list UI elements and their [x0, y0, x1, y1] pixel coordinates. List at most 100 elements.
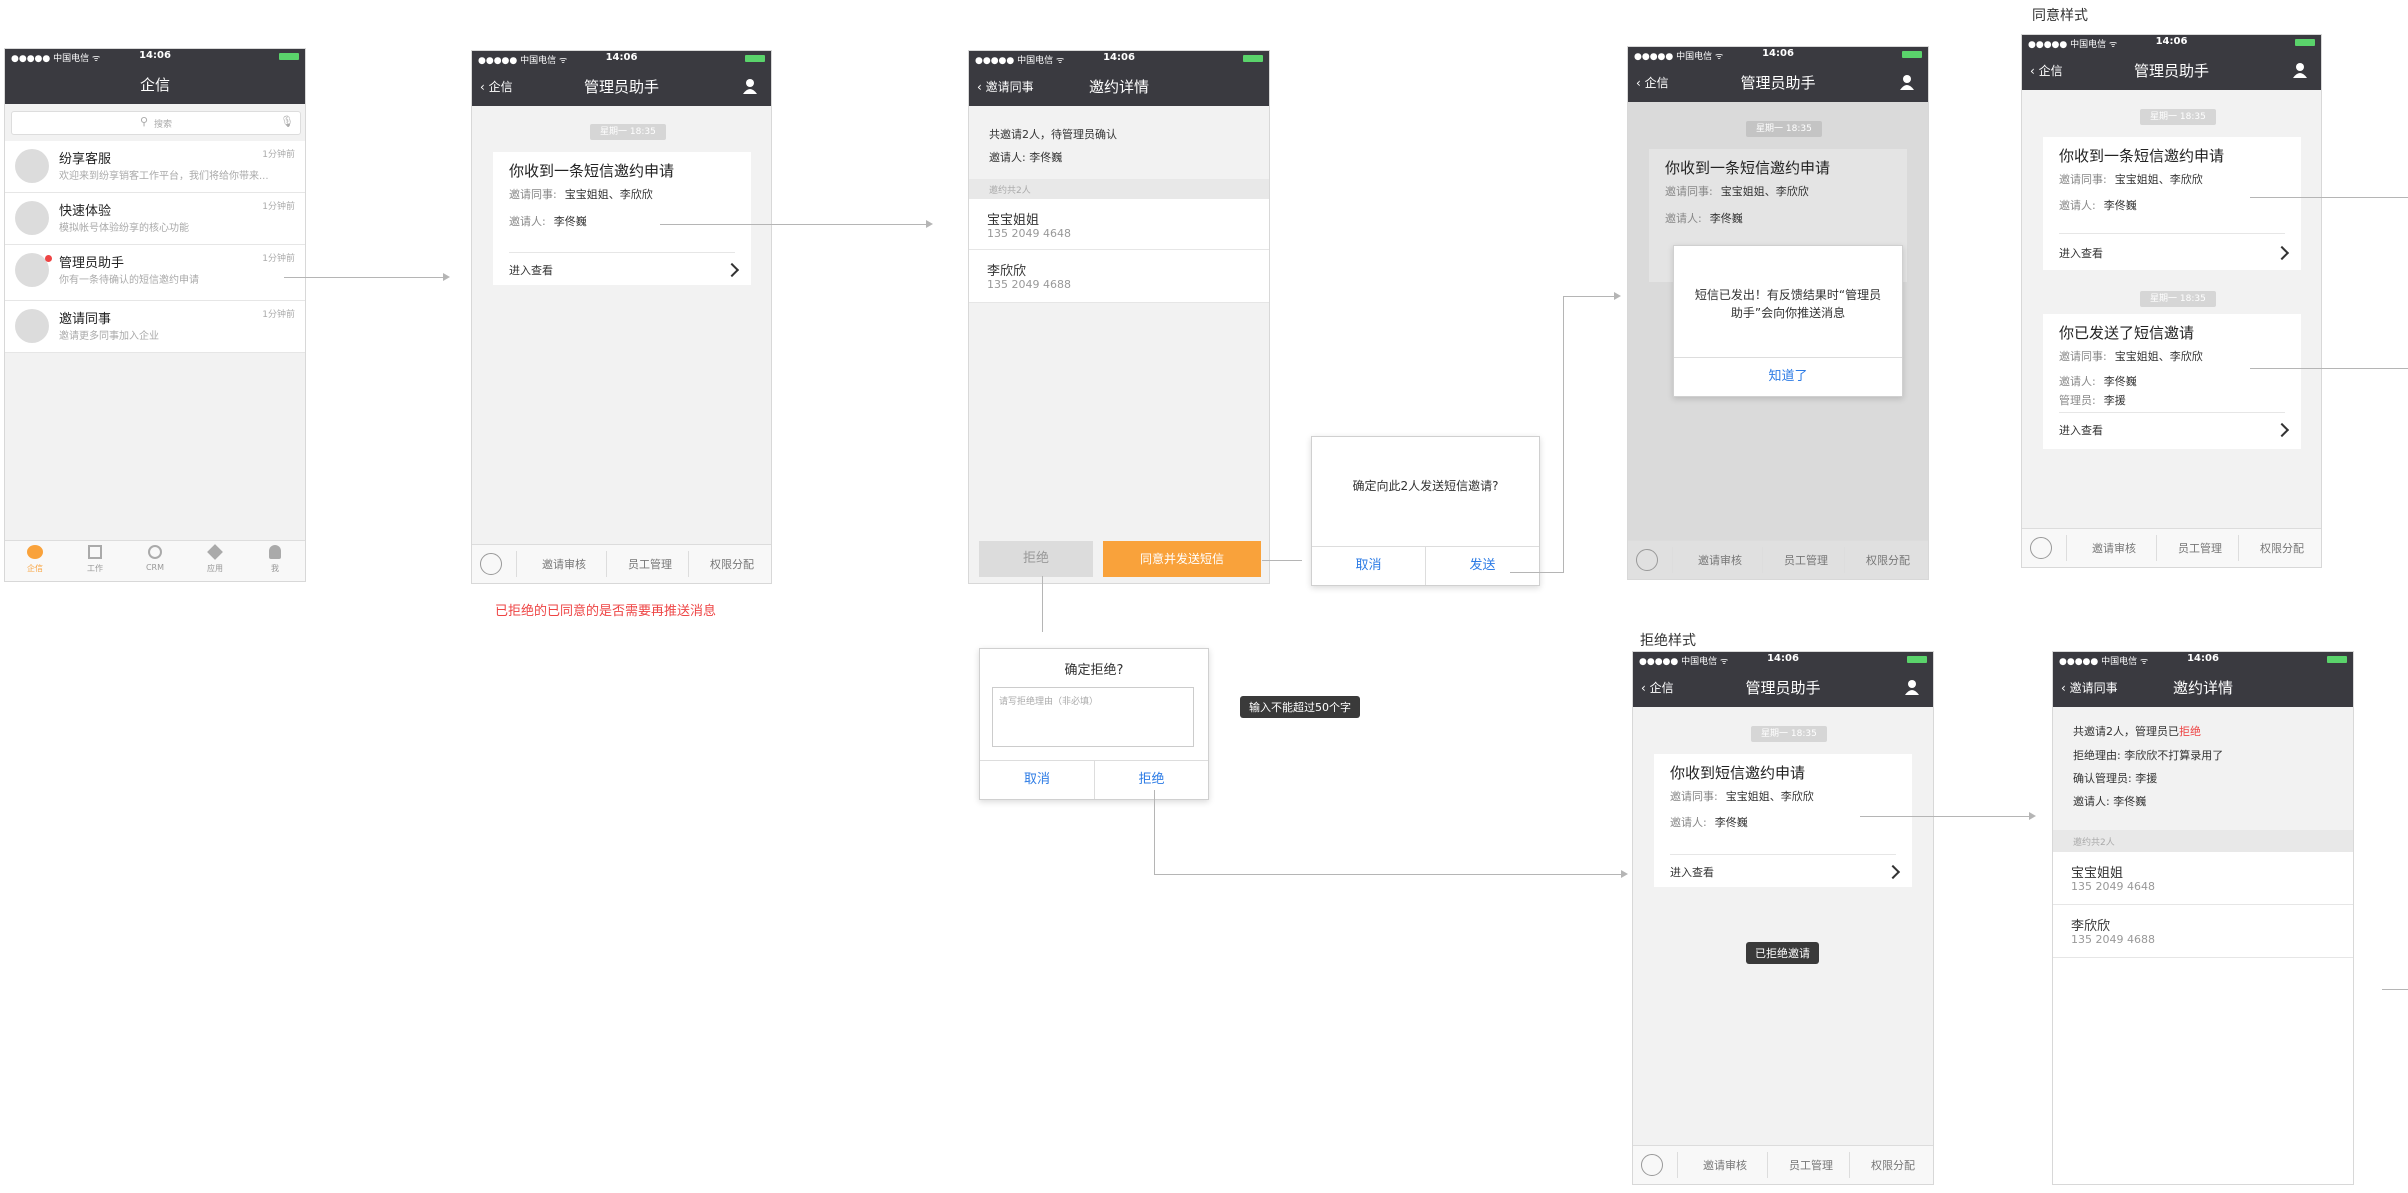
menu-staff[interactable]: 员工管理 [610, 556, 690, 572]
invite-card: 你收到短信邀约申请 邀请同事: 宝宝姐姐、李欣欣 邀请人: 李佟巍 进入查看 [1654, 754, 1912, 887]
card-title: 你收到一条短信邀约申请 [2059, 147, 2225, 165]
sent-dialog: 短信已发出！有反馈结果时“管理员助手”会向你推送消息 知道了 [1673, 245, 1903, 397]
menu-staff[interactable]: 员工管理 [1771, 1157, 1851, 1173]
menu-permissions[interactable]: 权限分配 [1848, 552, 1928, 568]
keyboard-icon[interactable] [2030, 537, 2052, 559]
divider [1762, 547, 1763, 573]
page-title: 管理员助手 [1745, 679, 1821, 697]
person-icon[interactable] [741, 77, 759, 95]
tab-bar: 企信 工作 CRM 应用 我 [5, 540, 305, 581]
send-button[interactable]: 发送 [1426, 547, 1539, 585]
ok-button[interactable]: 知道了 [1674, 358, 1902, 396]
enter-view-link[interactable]: 进入查看 [509, 262, 553, 278]
menu-permissions[interactable]: 权限分配 [1853, 1157, 1933, 1173]
enter-view-link[interactable]: 进入查看 [2059, 245, 2103, 261]
reject-reason-input[interactable]: 请写拒绝理由（非必填） [992, 687, 1194, 747]
menu-permissions[interactable]: 权限分配 [692, 556, 771, 572]
divider [1672, 547, 1673, 573]
agree-send-button[interactable]: 同意并发送短信 [1103, 541, 1261, 577]
tab-work[interactable]: 工作 [75, 545, 115, 574]
menu-permissions[interactable]: 权限分配 [2242, 540, 2321, 556]
timestamp-badge: 星期一 18:35 [1751, 726, 1827, 742]
status-bar: ●●●●● 中国电信 ᯤ 14:06 [969, 51, 1269, 66]
card-title: 你已发送了短信邀请 [2059, 324, 2195, 342]
list-item[interactable]: 纷享客服 欢迎来到纷享销客工作平台，我们将给你带来... 1分钟前 [5, 141, 305, 193]
flow-arrow [1154, 874, 1622, 875]
agree-style-label: 同意样式 [2032, 8, 2088, 24]
section-title: 邀约共2人 [2073, 838, 2115, 848]
flow-arrow [660, 224, 928, 225]
flow-arrow [1563, 296, 1615, 297]
avatar [15, 149, 49, 183]
menu-invite-review[interactable]: 邀请审核 [1680, 552, 1760, 568]
bottom-menu: 邀请审核 员工管理 权限分配 [2022, 528, 2321, 567]
menu-invite-review[interactable]: 邀请审核 [524, 556, 604, 572]
page-title: 管理员助手 [1740, 74, 1816, 92]
list-item[interactable]: 邀请同事 邀请更多同事加入企业 1分钟前 [5, 301, 305, 353]
person-icon[interactable] [1903, 678, 1921, 696]
flow-arrow [2250, 197, 2408, 198]
reject-button[interactable]: 拒绝 [979, 541, 1093, 577]
divider [516, 551, 517, 577]
list-item-sub: 模拟帐号体验纷享的核心功能 [59, 223, 189, 234]
flow-arrow [2250, 368, 2408, 369]
bottom-menu: 邀请审核 员工管理 权限分配 [472, 544, 771, 583]
list-item-sub: 邀请更多同事加入企业 [59, 331, 159, 342]
menu-invite-review[interactable]: 邀请审核 [1685, 1157, 1765, 1173]
toast-rejected: 已拒绝邀请 [1746, 942, 1819, 964]
card-inviter: 邀请人: 李佟巍 [1665, 212, 1743, 225]
contact-phone: 135 2049 4648 [987, 227, 1071, 240]
battery-icon [1902, 51, 1922, 58]
dialog-message: 短信已发出！有反馈结果时“管理员助手”会向你推送消息 [1694, 288, 1882, 320]
remark-text: 已拒绝的已同意的是否需要再推送消息 [495, 604, 717, 619]
tab-crm[interactable]: CRM [135, 545, 175, 572]
divider [2059, 233, 2285, 234]
inviter-text: 邀请人: 李佟巍 [989, 151, 1063, 164]
list-item[interactable]: 快速体验 模拟帐号体验纷享的核心功能 1分钟前 [5, 193, 305, 245]
card-colleagues: 邀请同事: 宝宝姐姐、李欣欣 [1670, 790, 1814, 803]
unread-dot [45, 255, 52, 262]
person-icon [269, 545, 281, 559]
keyboard-icon[interactable] [480, 553, 502, 575]
received-card: 你收到一条短信邀约申请 邀请同事: 宝宝姐姐、李欣欣 邀请人: 李佟巍 进入查看 [2043, 137, 2301, 270]
cancel-button[interactable]: 取消 [1312, 547, 1425, 585]
battery-icon [1243, 55, 1263, 62]
keyboard-icon[interactable] [1641, 1154, 1663, 1176]
contact-row: 李欣欣 135 2049 4688 [2053, 905, 2353, 958]
nav-bar: ‹ 企信 管理员助手 [1633, 667, 1933, 707]
divider [2156, 535, 2157, 561]
clock-icon [148, 545, 162, 559]
tab-me[interactable]: 我 [255, 545, 295, 574]
flow-arrow [1262, 560, 1302, 561]
person-icon[interactable] [1898, 73, 1916, 91]
dialog-buttons: 取消 发送 [1312, 546, 1539, 585]
menu-staff[interactable]: 员工管理 [2160, 540, 2240, 556]
battery-icon [745, 55, 765, 62]
enter-view-link[interactable]: 进入查看 [2059, 422, 2103, 438]
tab-label: 我 [271, 564, 279, 573]
status-bar: ●●●●● 中国电信 ᯤ 14:06 [1628, 47, 1928, 62]
card-colleagues: 邀请同事: 宝宝姐姐、李欣欣 [509, 188, 653, 201]
card-admin: 管理员: 李援 [2059, 394, 2126, 407]
mic-icon[interactable]: 🎙 [280, 115, 294, 128]
cancel-button[interactable]: 取消 [980, 761, 1094, 799]
search-bar[interactable]: ⚲ 搜索 🎙 [11, 111, 301, 135]
summary-text: 共邀请2人，待管理员确认 [989, 128, 1117, 141]
menu-staff[interactable]: 员工管理 [1766, 552, 1846, 568]
tab-chat[interactable]: 企信 [15, 545, 55, 574]
menu-invite-review[interactable]: 邀请审核 [2074, 540, 2154, 556]
reject-confirm-button[interactable]: 拒绝 [1095, 761, 1208, 799]
keyboard-icon[interactable] [1636, 549, 1658, 571]
status-time: 14:06 [139, 50, 171, 61]
invite-card: 你收到一条短信邀约申请 邀请同事: 宝宝姐姐、李欣欣 邀请人: 李佟巍 进入查看 [493, 152, 751, 285]
divider [1767, 1152, 1768, 1178]
card-inviter: 邀请人: 李佟巍 [2059, 375, 2137, 388]
person-icon[interactable] [2291, 61, 2309, 79]
list-item[interactable]: 管理员助手 你有一条待确认的短信邀约申请 1分钟前 [5, 245, 305, 301]
enter-view-link[interactable]: 进入查看 [1670, 864, 1714, 880]
nav-bar: ‹ 邀请同事 邀约详情 [969, 66, 1269, 106]
summary-block: 共邀请2人，管理员已拒绝 拒绝理由: 李欣欣不打算录用了 确认管理员: 李援 邀… [2053, 707, 2353, 830]
screen-agree-style: ●●●●● 中国电信 ᯤ 14:06 ‹ 企信 管理员助手 星期一 18:35 … [2021, 34, 2322, 568]
divider [1849, 1152, 1850, 1178]
tab-apps[interactable]: 应用 [195, 544, 235, 574]
